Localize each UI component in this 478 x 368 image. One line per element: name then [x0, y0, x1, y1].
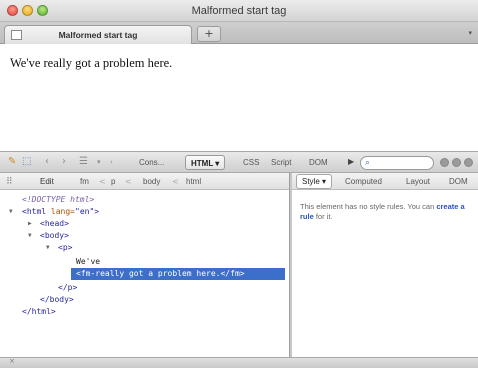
detach-devtools-icon[interactable]: [452, 158, 461, 167]
side-panel-tabs: Style ▾ Computed Layout DOM: [292, 173, 478, 190]
list-icon[interactable]: ☰: [79, 157, 88, 167]
menu-icon[interactable]: ▾: [97, 157, 101, 167]
search-icon: ⌕: [365, 158, 371, 168]
back-icon[interactable]: ‹: [45, 157, 49, 167]
tree-node-body[interactable]: <body>: [40, 230, 69, 242]
window-title: Malformed start tag: [191, 5, 287, 17]
tab-script[interactable]: Script: [271, 155, 291, 170]
tree-node-p[interactable]: <p>: [58, 242, 72, 254]
tab-malformed-start-tag[interactable]: Malformed start tag: [4, 25, 192, 44]
collapse-arrow-icon[interactable]: ▼: [28, 230, 32, 242]
window-titlebar: Malformed start tag: [0, 0, 478, 22]
html-tree: <!DOCTYPE html> ▼ <html lang="en"> ▶ <he…: [0, 190, 289, 357]
devtools-search-input[interactable]: ⌕: [360, 156, 434, 170]
tab-css[interactable]: CSS: [243, 155, 259, 170]
new-tab-button[interactable]: +: [197, 26, 221, 42]
tree-text-node[interactable]: We've: [76, 256, 100, 268]
breadcrumb-html[interactable]: html: [186, 173, 201, 190]
tab-label: Malformed start tag: [58, 30, 138, 40]
page-content: We've really got a problem here.: [0, 45, 478, 151]
tab-computed[interactable]: Computed: [345, 173, 382, 190]
collapse-arrow-icon[interactable]: ▼: [46, 242, 50, 254]
tab-list-arrow-icon[interactable]: ▾: [468, 29, 472, 37]
tab-side-dom[interactable]: DOM: [449, 173, 468, 190]
tab-console[interactable]: Cons...: [139, 155, 164, 170]
pane-layout-icon[interactable]: ⠿: [6, 173, 13, 190]
tree-node-html-close[interactable]: </html>: [22, 306, 56, 318]
minimize-devtools-icon[interactable]: [440, 158, 449, 167]
devtools-toolbar: ✎ ⬚ ‹ › ☰ ▾ ‹ Cons... HTML ▾ CSS Script …: [0, 151, 478, 173]
breadcrumb-body[interactable]: body: [143, 173, 160, 190]
tab-style[interactable]: Style ▾: [296, 174, 333, 189]
tree-node-p-close[interactable]: </p>: [58, 282, 77, 294]
breadcrumb-p[interactable]: p: [111, 173, 115, 190]
tab-strip: Malformed start tag + ▾: [0, 22, 478, 44]
expand-arrow-icon[interactable]: ▶: [28, 218, 32, 230]
tree-node-head[interactable]: <head>: [40, 218, 69, 230]
devtools-window-controls: [440, 158, 473, 167]
tab-dom[interactable]: DOM: [309, 155, 328, 170]
breadcrumb-separator: <: [172, 177, 179, 186]
breadcrumb: ⠿ Edit fm < p < body < html: [0, 173, 289, 190]
tree-node-fm-selected[interactable]: <fm-really got a problem here.</fm>: [71, 268, 285, 280]
breadcrumb-separator: <: [125, 177, 132, 186]
tab-html[interactable]: HTML ▾: [185, 155, 226, 170]
style-panel: This element has no style rules. You can…: [292, 190, 478, 357]
edit-button[interactable]: Edit: [40, 173, 54, 190]
collapse-arrow-icon[interactable]: ▼: [9, 206, 13, 218]
forward-icon[interactable]: ›: [62, 157, 66, 167]
tree-node-doctype[interactable]: <!DOCTYPE html>: [22, 194, 94, 206]
no-style-rules-message: This element has no style rules. You can…: [300, 202, 465, 221]
more-panels-arrow-icon[interactable]: ▶: [348, 157, 354, 167]
close-devtools-icon[interactable]: [464, 158, 473, 167]
panel-arrow-icon[interactable]: ‹: [110, 157, 113, 167]
status-bar: ×: [0, 357, 478, 368]
tab-layout[interactable]: Layout: [406, 173, 430, 190]
page-paragraph: We've really got a problem here.: [10, 56, 173, 70]
inspect-icon[interactable]: ⬚: [22, 157, 31, 167]
pointer-icon[interactable]: ✎: [8, 157, 16, 167]
tree-node-html[interactable]: <html lang="en">: [22, 206, 99, 218]
tree-node-body-close[interactable]: </body>: [40, 294, 74, 306]
breadcrumb-fm[interactable]: fm: [80, 173, 89, 190]
close-icon[interactable]: ×: [9, 357, 15, 365]
breadcrumb-separator: <: [99, 177, 106, 186]
